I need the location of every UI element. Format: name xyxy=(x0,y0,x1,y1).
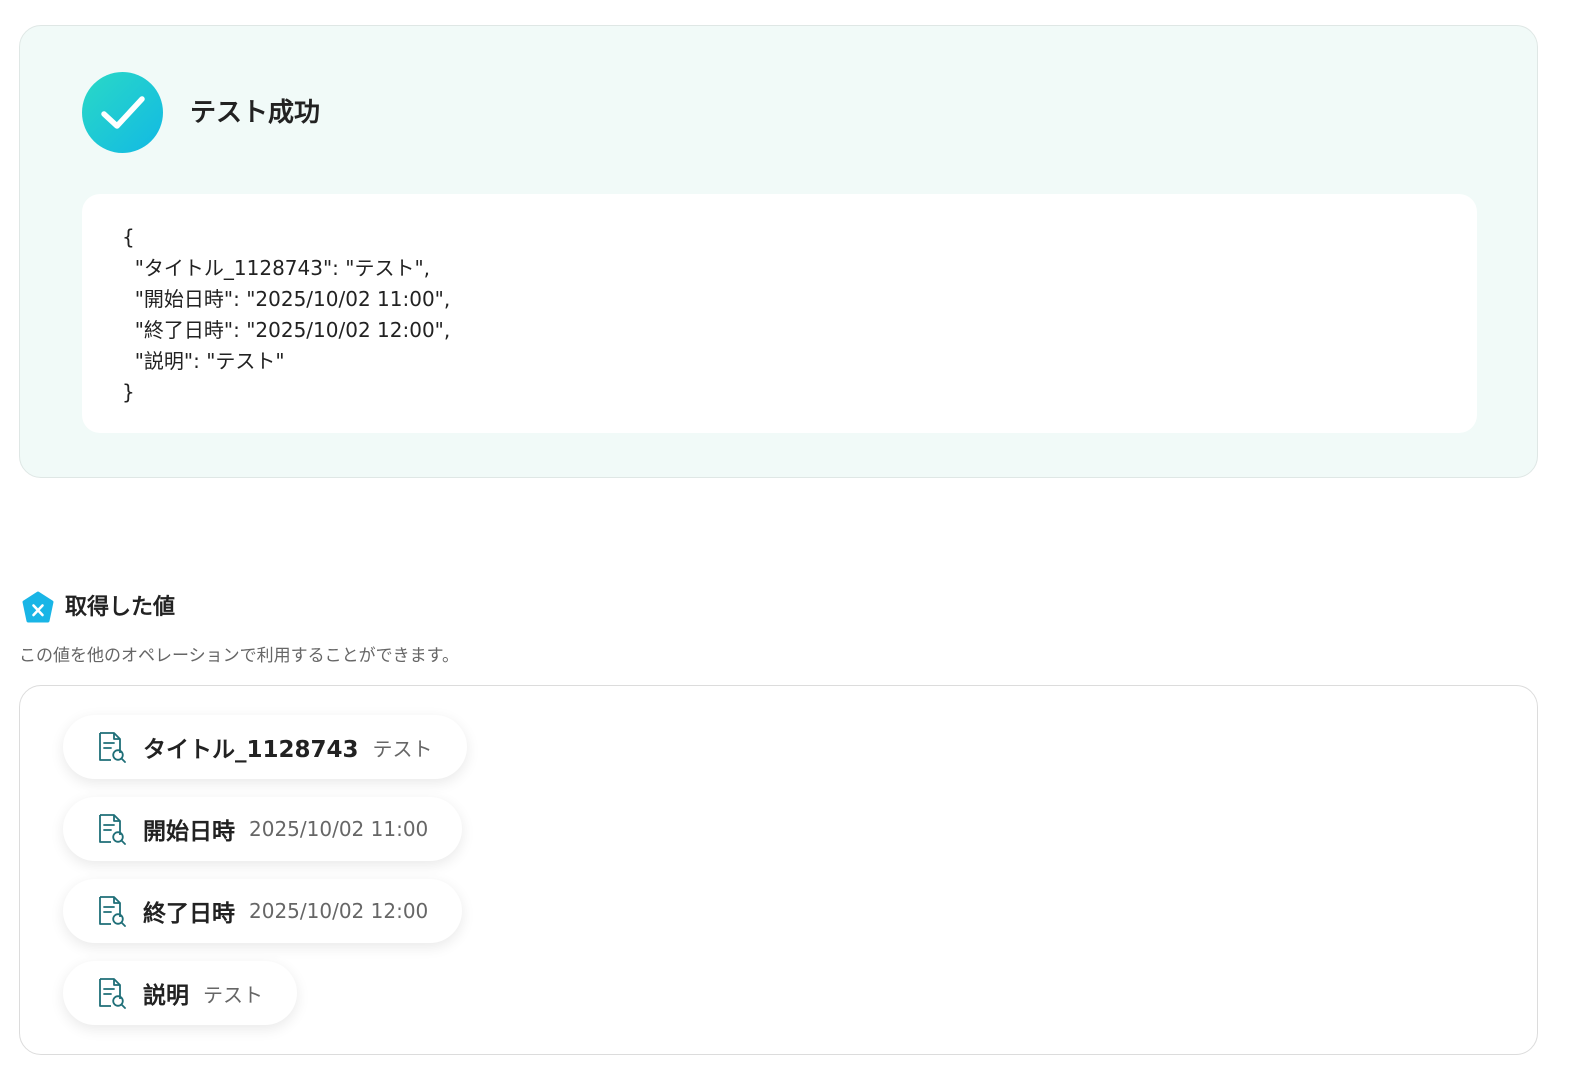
json-output-box: { "タイトル_1128743": "テスト", "開始日時": "2025/1… xyxy=(82,194,1477,433)
x-pentagon-icon xyxy=(22,591,54,623)
value-chip-description[interactable]: 説明 テスト xyxy=(63,961,297,1025)
json-line: "終了日時": "2025/10/02 12:00", xyxy=(122,318,451,342)
document-search-icon xyxy=(97,813,127,845)
value-chip-start-datetime[interactable]: 開始日時 2025/10/02 11:00 xyxy=(63,797,463,861)
json-line: "説明": "テスト" xyxy=(122,349,285,373)
document-search-icon xyxy=(97,977,127,1009)
test-success-title: テスト成功 xyxy=(190,98,321,128)
acquired-values-panel: タイトル_1128743 テスト 開始日時 2025/10/02 11:00 終… xyxy=(19,685,1538,1055)
value-chip-title[interactable]: タイトル_1128743 テスト xyxy=(63,715,467,779)
value-sample: テスト xyxy=(203,982,263,1007)
acquired-values-title: 取得した値 xyxy=(65,595,176,620)
acquired-values-header: 取得した値 xyxy=(21,591,175,625)
document-search-icon xyxy=(97,731,127,763)
json-line: { xyxy=(122,225,135,249)
value-key: 開始日時 xyxy=(143,819,235,845)
checkmark-icon xyxy=(100,95,145,129)
document-search-icon xyxy=(97,895,127,927)
test-result-panel: テスト成功 { "タイトル_1128743": "テスト", "開始日時": "… xyxy=(19,25,1538,478)
value-sample: テスト xyxy=(372,736,433,761)
value-sample: 2025/10/02 11:00 xyxy=(249,817,429,841)
value-key: タイトル_1128743 xyxy=(143,737,359,763)
value-key: 説明 xyxy=(143,983,189,1009)
value-chip-end-datetime[interactable]: 終了日時 2025/10/02 12:00 xyxy=(63,879,463,943)
success-check-icon xyxy=(82,72,163,153)
acquired-values-description: この値を他のオペレーションで利用することができます。 xyxy=(19,646,459,666)
json-line: } xyxy=(122,380,135,404)
value-key: 終了日時 xyxy=(143,901,235,927)
value-sample: 2025/10/02 12:00 xyxy=(249,899,429,923)
json-line: "開始日時": "2025/10/02 11:00", xyxy=(122,287,451,311)
json-line: "タイトル_1128743": "テスト", xyxy=(122,256,431,280)
